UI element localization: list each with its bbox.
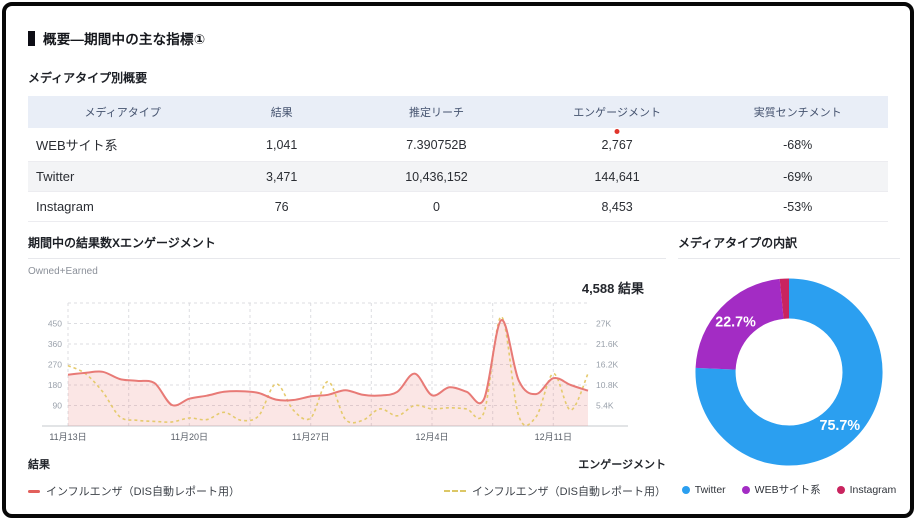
cell-media-type: Twitter <box>28 162 217 192</box>
page-title: 概要―期間中の主な指標① <box>43 28 205 48</box>
legend-item-results-series[interactable]: インフルエンザ（DIS自動レポート用） <box>28 483 240 499</box>
svg-text:11月20日: 11月20日 <box>171 432 208 442</box>
donut-legend-label: Instagram <box>850 484 897 496</box>
svg-text:270: 270 <box>48 360 62 370</box>
annotation-dot <box>615 129 620 134</box>
cell-net-sentiment: -53% <box>707 192 888 222</box>
table-row: Instagram 76 0 8,453 -53% <box>28 192 888 222</box>
cell-estimated-reach: 10,436,152 <box>346 162 527 192</box>
svg-text:27K: 27K <box>596 319 611 329</box>
results-total-label: 4,588 結果 <box>28 278 666 297</box>
panel-divider <box>28 258 666 259</box>
svg-text:16.2K: 16.2K <box>596 360 619 370</box>
donut-chart-title: メディアタイプの内訳 <box>678 234 900 258</box>
svg-text:75.7%: 75.7% <box>820 418 861 434</box>
svg-text:360: 360 <box>48 339 62 349</box>
cell-results: 76 <box>217 192 346 222</box>
donut-legend-label: Twitter <box>695 484 726 496</box>
line-chart-subtitle: Owned+Earned <box>28 266 666 277</box>
donut-legend-item[interactable]: WEBサイト系 <box>742 482 821 497</box>
cell-engagement: 2,767 <box>527 128 708 162</box>
cell-results: 1,041 <box>217 128 346 162</box>
left-axis-group-label: 結果 <box>28 456 50 472</box>
legend-dot-icon <box>682 486 690 494</box>
table-header-row: メディアタイプ 結果 推定リーチ エンゲージメント 実質センチメント <box>28 96 888 128</box>
panel-divider <box>678 258 900 259</box>
legend-item-engagement-series[interactable]: インフルエンザ（DIS自動レポート用） <box>444 483 666 499</box>
cell-estimated-reach: 0 <box>346 192 527 222</box>
right-axis-group-label: エンゲージメント <box>578 456 666 472</box>
svg-text:5.4K: 5.4K <box>596 401 614 411</box>
svg-text:11月13日: 11月13日 <box>49 432 86 442</box>
donut-legend-label: WEBサイト系 <box>755 482 821 497</box>
svg-text:11月27日: 11月27日 <box>292 432 329 442</box>
svg-text:180: 180 <box>48 380 62 390</box>
svg-text:90: 90 <box>53 401 63 411</box>
media-type-summary-table: メディアタイプ 結果 推定リーチ エンゲージメント 実質センチメント WEBサイ… <box>28 96 888 222</box>
donut-legend-item[interactable]: Instagram <box>837 482 897 497</box>
svg-text:21.6K: 21.6K <box>596 339 619 349</box>
page-header: 概要―期間中の主な指標① <box>28 28 888 48</box>
donut-chart-panel: メディアタイプの内訳 75.7% 22.7% Twitter WEBサイト系 Inst… <box>678 234 900 499</box>
col-header-media-type: メディアタイプ <box>28 96 217 128</box>
media-type-donut-chart: 75.7% 22.7% <box>684 267 894 477</box>
svg-text:12月4日: 12月4日 <box>415 432 448 442</box>
legend-dot-icon <box>742 486 750 494</box>
svg-text:450: 450 <box>48 319 62 329</box>
line-chart-title: 期間中の結果数Xエンゲージメント <box>28 234 666 258</box>
title-marker-bar <box>28 31 35 46</box>
cell-net-sentiment: -69% <box>707 162 888 192</box>
cell-estimated-reach: 7.390752B <box>346 128 527 162</box>
cell-media-type: Instagram <box>28 192 217 222</box>
svg-text:12月11日: 12月11日 <box>535 432 572 442</box>
results-engagement-line-chart: 90 5.4K 180 10.8K 270 16.2K 360 21.6K 450 27K 11月1… <box>28 297 668 447</box>
cell-engagement: 144,641 <box>527 162 708 192</box>
table-section-title: メディアタイプ別概要 <box>28 69 888 86</box>
cell-media-type: WEBサイト系 <box>28 128 217 162</box>
svg-text:10.8K: 10.8K <box>596 380 619 390</box>
donut-legend-item[interactable]: Twitter <box>682 482 726 497</box>
cell-engagement: 8,453 <box>527 192 708 222</box>
table-row: WEBサイト系 1,041 7.390752B 2,767 -68% <box>28 128 888 162</box>
donut-legend: Twitter WEBサイト系 Instagram <box>678 482 900 497</box>
col-header-engagement: エンゲージメント <box>527 96 708 128</box>
dashed-line-legend-icon <box>444 490 466 492</box>
solid-line-legend-icon <box>28 490 40 493</box>
col-header-estimated-reach: 推定リーチ <box>346 96 527 128</box>
cell-results: 3,471 <box>217 162 346 192</box>
table-row: Twitter 3,471 10,436,152 144,641 -69% <box>28 162 888 192</box>
report-page: 概要―期間中の主な指標① メディアタイプ別概要 メディアタイプ 結果 推定リーチ… <box>2 2 914 518</box>
legend-dot-icon <box>837 486 845 494</box>
col-header-results: 結果 <box>217 96 346 128</box>
line-chart-panel: 期間中の結果数Xエンゲージメント Owned+Earned 4,588 結果 9… <box>28 234 666 499</box>
svg-text:22.7%: 22.7% <box>715 314 756 330</box>
col-header-net-sentiment: 実質センチメント <box>707 96 888 128</box>
cell-net-sentiment: -68% <box>707 128 888 162</box>
